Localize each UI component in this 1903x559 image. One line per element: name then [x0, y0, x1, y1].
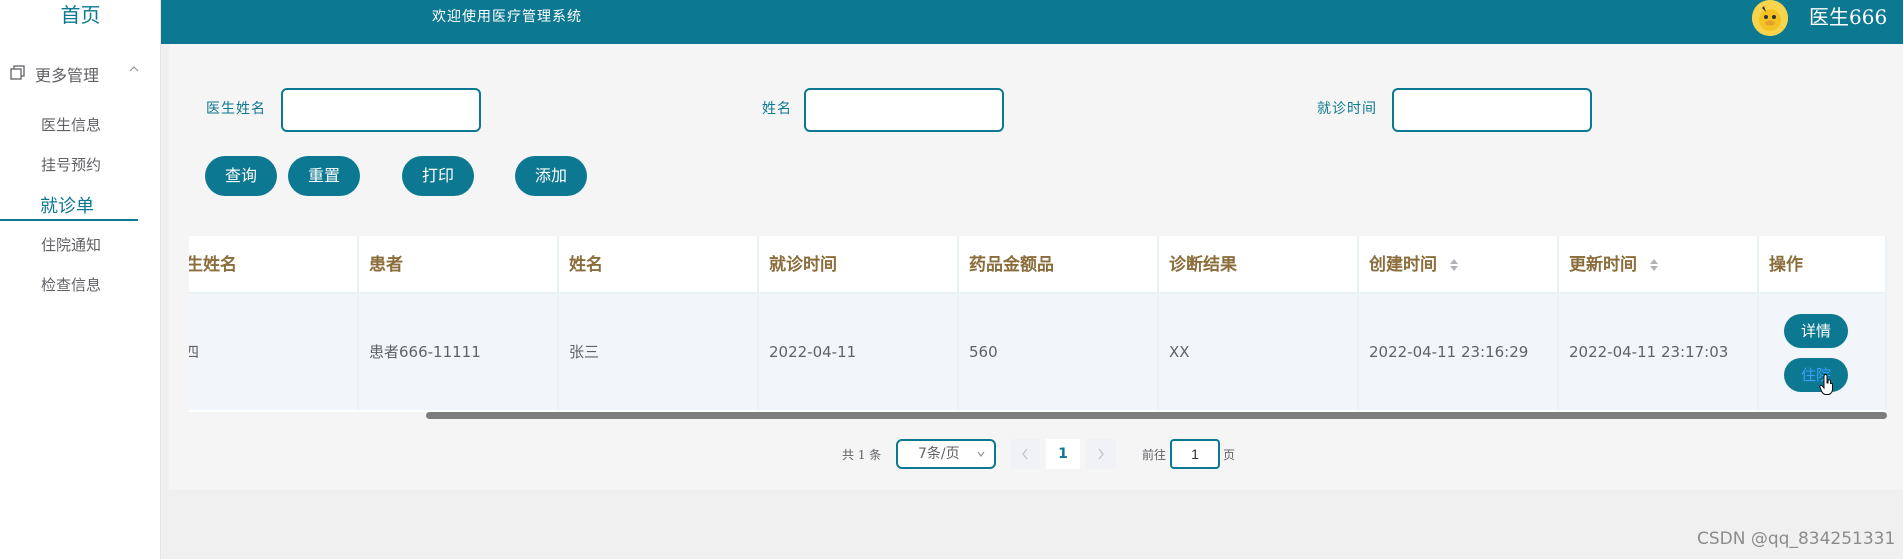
column-header-actions: 操作 [1759, 236, 1887, 294]
name-label: 姓名 [762, 101, 792, 117]
column-header-created[interactable]: 创建时间 [1359, 236, 1559, 294]
cell-doctor-name: 李四 [189, 294, 359, 410]
chevron-down-icon [977, 451, 985, 457]
column-header-diagnosis: 诊断结果 [1159, 236, 1359, 294]
top-header: 欢迎使用医疗管理系统 医生666 [161, 0, 1903, 44]
visit-time-input[interactable] [1392, 88, 1592, 132]
column-header-name: 姓名 [559, 236, 759, 294]
column-header-visit-time: 就诊时间 [759, 236, 959, 294]
page-size-value: 7条/页 [918, 446, 960, 462]
page-number-current[interactable]: 1 [1046, 439, 1080, 469]
welcome-text: 欢迎使用医疗管理系统 [432, 9, 582, 25]
goto-page-input[interactable] [1170, 439, 1220, 469]
pagination-total: 共 1 条 [842, 448, 882, 462]
cell-visit-time: 2022-04-11 [759, 294, 959, 410]
chevron-up-icon [129, 66, 139, 72]
name-input[interactable] [804, 88, 1004, 132]
column-header-doctor-name: 医生姓名 [189, 236, 359, 294]
cell-amount: 560 [959, 294, 1159, 410]
doctor-name-label: 医生姓名 [206, 101, 266, 117]
add-button[interactable]: 添加 [515, 156, 587, 196]
prev-page-button[interactable] [1010, 439, 1040, 469]
hospitalize-button[interactable]: 住院 [1784, 358, 1848, 392]
home-link[interactable]: 首页 [0, 0, 161, 30]
reset-button[interactable]: 重置 [288, 156, 360, 196]
chevron-right-icon [1098, 448, 1104, 460]
visit-table: 医生姓名 患者 姓名 就诊时间 药品金额品 诊断结果 创建时间 更新时间 操作 … [189, 236, 1887, 420]
created-header-label: 创建时间 [1369, 255, 1437, 275]
hand-cursor-icon [1819, 374, 1833, 395]
active-indicator [0, 219, 138, 221]
horizontal-scrollbar-thumb[interactable] [426, 412, 1887, 419]
cell-patient: 患者666-11111 [359, 294, 559, 410]
goto-label: 前往 [1142, 448, 1167, 462]
copy-icon [10, 65, 25, 80]
chevron-left-icon [1022, 448, 1028, 460]
page-unit-label: 页 [1223, 448, 1236, 462]
query-button[interactable]: 查询 [205, 156, 277, 196]
column-header-updated[interactable]: 更新时间 [1559, 236, 1759, 294]
cell-diagnosis: XX [1159, 294, 1359, 410]
print-button[interactable]: 打印 [402, 156, 474, 196]
sort-icon[interactable] [1649, 258, 1659, 272]
sidebar-item-examination[interactable]: 检查信息 [41, 274, 101, 295]
username[interactable]: 医生666 [1809, 1, 1887, 30]
column-header-amount: 药品金额品 [959, 236, 1159, 294]
detail-button[interactable]: 详情 [1784, 314, 1848, 348]
visit-time-label: 就诊时间 [1317, 101, 1377, 117]
sidebar-item-hospitalization[interactable]: 住院通知 [41, 234, 101, 255]
sort-icon[interactable] [1449, 258, 1459, 272]
menu-group-label: 更多管理 [35, 66, 100, 85]
duck-avatar-icon [1752, 0, 1788, 36]
sidebar-item-appointment[interactable]: 挂号预约 [41, 154, 101, 175]
menu-group-more-management[interactable]: 更多管理 [0, 58, 161, 88]
doctor-name-input[interactable] [281, 88, 481, 132]
watermark: CSDN @qq_834251331 [1697, 529, 1896, 549]
sidebar: 首页 更多管理 医生信息 挂号预约 就诊单 住院通知 检查信息 [0, 0, 161, 559]
sidebar-item-visit-record[interactable]: 就诊单 [40, 192, 94, 218]
avatar[interactable] [1752, 0, 1788, 36]
sidebar-item-doctor-info[interactable]: 医生信息 [41, 114, 101, 135]
cell-updated: 2022-04-11 23:17:03 [1559, 294, 1759, 410]
updated-header-label: 更新时间 [1569, 255, 1637, 275]
page-size-select[interactable]: 7条/页 [896, 439, 996, 469]
cell-created: 2022-04-11 23:16:29 [1359, 294, 1559, 410]
column-header-patient: 患者 [359, 236, 559, 294]
cell-name: 张三 [559, 294, 759, 410]
next-page-button[interactable] [1086, 439, 1116, 469]
